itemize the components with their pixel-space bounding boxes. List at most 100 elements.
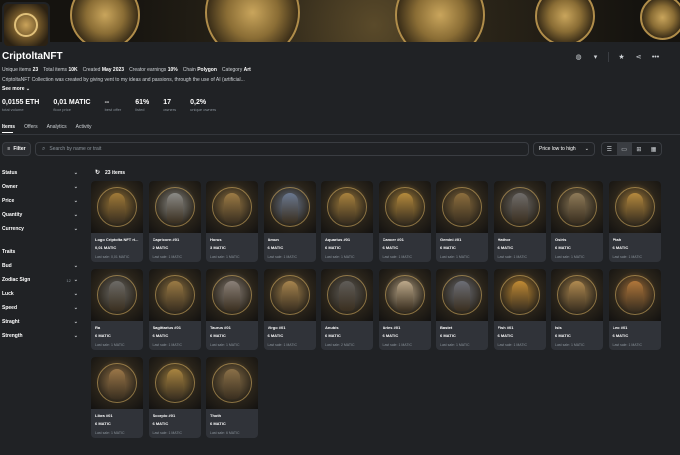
globe-icon[interactable]: ◍ [574, 53, 583, 61]
nft-last-sale: Last sale: 1 MATIC [382, 255, 413, 259]
nft-card[interactable]: Sagittarius #01 6 MATIC Last sale: 1 MATIC [148, 269, 201, 350]
nft-card[interactable]: Capricorn #01 2 MATIC Last sale: 1 MATIC [148, 181, 201, 262]
nft-image[interactable] [263, 181, 316, 233]
nft-image[interactable] [263, 269, 316, 321]
nft-price: 6 MATIC [497, 333, 514, 338]
twitter-icon[interactable]: ▾ [591, 53, 600, 61]
filter-price[interactable]: Price ⌄ [2, 194, 80, 208]
nft-image[interactable] [378, 181, 431, 233]
search-icon: ⌕ [42, 145, 46, 152]
nft-image[interactable] [551, 181, 603, 233]
tab-analytics[interactable]: Analytics [47, 124, 67, 130]
nft-card[interactable]: Aries #01 6 MATIC Last sale: 1 MATIC [378, 269, 431, 350]
nft-card[interactable]: Isis 6 MATIC Last sale: 1 MATIC [551, 269, 603, 350]
tab-items[interactable]: Items [2, 124, 15, 130]
nft-image[interactable] [608, 269, 661, 321]
trait-strength[interactable]: Strength ⌄ [2, 329, 80, 343]
chevron-down-icon: ⌄ [25, 86, 31, 92]
stat-best-offer: -- best offer [104, 99, 122, 112]
nft-image[interactable] [148, 181, 201, 233]
divider [0, 134, 680, 135]
nft-image[interactable] [608, 181, 661, 233]
trait-straght[interactable]: Straght ⌄ [2, 315, 80, 329]
list-view-icon[interactable]: ☰ [602, 143, 617, 155]
refresh-icon[interactable]: ↻ [95, 169, 100, 176]
nft-name: Aries #01 [382, 325, 401, 330]
search-input[interactable] [49, 146, 350, 152]
nft-image[interactable] [148, 269, 201, 321]
nft-card[interactable]: Bastet 6 MATIC Last sale: 1 MATIC [436, 269, 488, 350]
nft-name: Ptah [612, 237, 622, 242]
nft-card[interactable]: Anubis 6 MATIC Last sale: 2 MATIC [321, 269, 373, 350]
active-tab-indicator [2, 132, 13, 133]
tab-offers[interactable]: Offers [24, 124, 38, 130]
nft-card[interactable]: Logo Criptolta NFT ri... 0,01 MATIC Last s… [91, 181, 143, 262]
nft-image[interactable] [551, 269, 603, 321]
nft-image[interactable] [378, 269, 431, 321]
collection-avatar [2, 2, 50, 48]
nft-image[interactable] [91, 357, 143, 409]
nft-card[interactable]: Scorpio #01 6 MATIC Last sale: 1 MATIC [148, 357, 201, 438]
grid-small-view-icon[interactable]: ▦ [646, 143, 661, 155]
filter-quantity[interactable]: Quantity ⌄ [2, 208, 80, 222]
chevron-down-icon: ⌄ [73, 184, 78, 190]
nft-last-sale: Last sale: 2 MATIC [325, 343, 355, 347]
nft-price: 0,01 MATIC [95, 245, 117, 250]
nft-last-sale: Last sale: 1 MATIC [325, 255, 355, 259]
trait-zodiac-sign[interactable]: Zodiac Sign 12 ⌄ [2, 273, 80, 287]
see-more-link[interactable]: See more ⌄ [2, 86, 30, 92]
nft-card[interactable]: Horus 3 MATIC Last sale: 1 MATIC [206, 181, 258, 262]
nft-card[interactable]: Fish #01 6 MATIC Last sale: 1 MATIC [493, 269, 546, 350]
nft-card[interactable]: Aquarius #01 6 MATIC Last sale: 1 MATIC [321, 181, 373, 262]
grid-medium-view-icon[interactable]: ⊞ [632, 143, 647, 155]
nft-card[interactable]: Gemini #01 6 MATIC Last sale: 1 MATIC [436, 181, 488, 262]
filter-owner[interactable]: Owner ⌄ [2, 180, 80, 194]
filter-status[interactable]: Status ⌄ [2, 166, 80, 180]
nft-name: Osiris [555, 237, 567, 242]
share-icon[interactable]: ⋖ [634, 53, 643, 61]
trait-bud[interactable]: Bud ⌄ [2, 259, 80, 273]
nft-image[interactable] [436, 181, 488, 233]
trait-luck[interactable]: Luck ⌄ [2, 287, 80, 301]
filter-button[interactable]: ≡ Filter [2, 142, 31, 156]
nft-image[interactable] [148, 357, 201, 409]
search-box: ⌕ [35, 142, 529, 156]
trait-speed[interactable]: Speed ⌄ [2, 301, 80, 315]
nft-price: 6 MATIC [210, 333, 226, 338]
banner-coin [640, 0, 680, 40]
collection-title: CriptoltaNFT [2, 51, 63, 62]
nft-image[interactable] [436, 269, 488, 321]
more-icon[interactable]: ••• [651, 54, 660, 61]
nft-card[interactable]: Hathor 6 MATIC Last sale: 1 MATIC [493, 181, 546, 262]
nft-image[interactable] [206, 269, 258, 321]
nft-card[interactable]: Ra 6 MATIC Last sale: 1 MATIC [91, 269, 143, 350]
nft-image[interactable] [206, 181, 258, 233]
nft-card[interactable]: Leo #01 6 MATIC Last sale: 1 MATIC [608, 269, 661, 350]
nft-image[interactable] [91, 181, 143, 233]
nft-card[interactable]: Osiris 6 MATIC Last sale: 1 MATIC [551, 181, 603, 262]
nft-name: Scorpio #01 [152, 413, 176, 418]
chevron-down-icon: ⌄ [73, 212, 78, 218]
star-icon[interactable]: ★ [617, 53, 626, 61]
nft-card[interactable]: Libra #01 6 MATIC Last sale: 1 MATIC [91, 357, 143, 438]
nft-card[interactable]: Amun 6 MATIC Last sale: 1 MATIC [263, 181, 316, 262]
nft-image[interactable] [493, 181, 546, 233]
nft-card[interactable]: Taurus #01 6 MATIC Last sale: 1 MATIC [206, 269, 258, 350]
nft-name: Bastet [440, 325, 453, 330]
nft-card[interactable]: Thoth 6 MATIC Last sale: 6 MATIC [206, 357, 258, 438]
sort-select[interactable]: Price low to high ⌄ [533, 142, 595, 156]
tab-activity[interactable]: Activity [76, 124, 92, 130]
nft-name: Libra #01 [95, 413, 113, 418]
nft-image[interactable] [321, 269, 373, 321]
nft-card[interactable]: Cancer #01 6 MATIC Last sale: 1 MATIC [378, 181, 431, 262]
nft-image[interactable] [493, 269, 546, 321]
nft-image[interactable] [206, 357, 258, 409]
nft-price: 6 MATIC [382, 245, 399, 250]
nft-card[interactable]: Ptah 6 MATIC Last sale: 1 MATIC [608, 181, 661, 262]
nft-last-sale: Last sale: 1 MATIC [152, 255, 183, 259]
nft-card[interactable]: Virgo #01 6 MATIC Last sale: 1 MATIC [263, 269, 316, 350]
nft-image[interactable] [321, 181, 373, 233]
nft-image[interactable] [91, 269, 143, 321]
grid-large-view-icon[interactable]: ▭ [616, 143, 632, 155]
filter-currency[interactable]: Currency ⌄ [2, 222, 80, 236]
